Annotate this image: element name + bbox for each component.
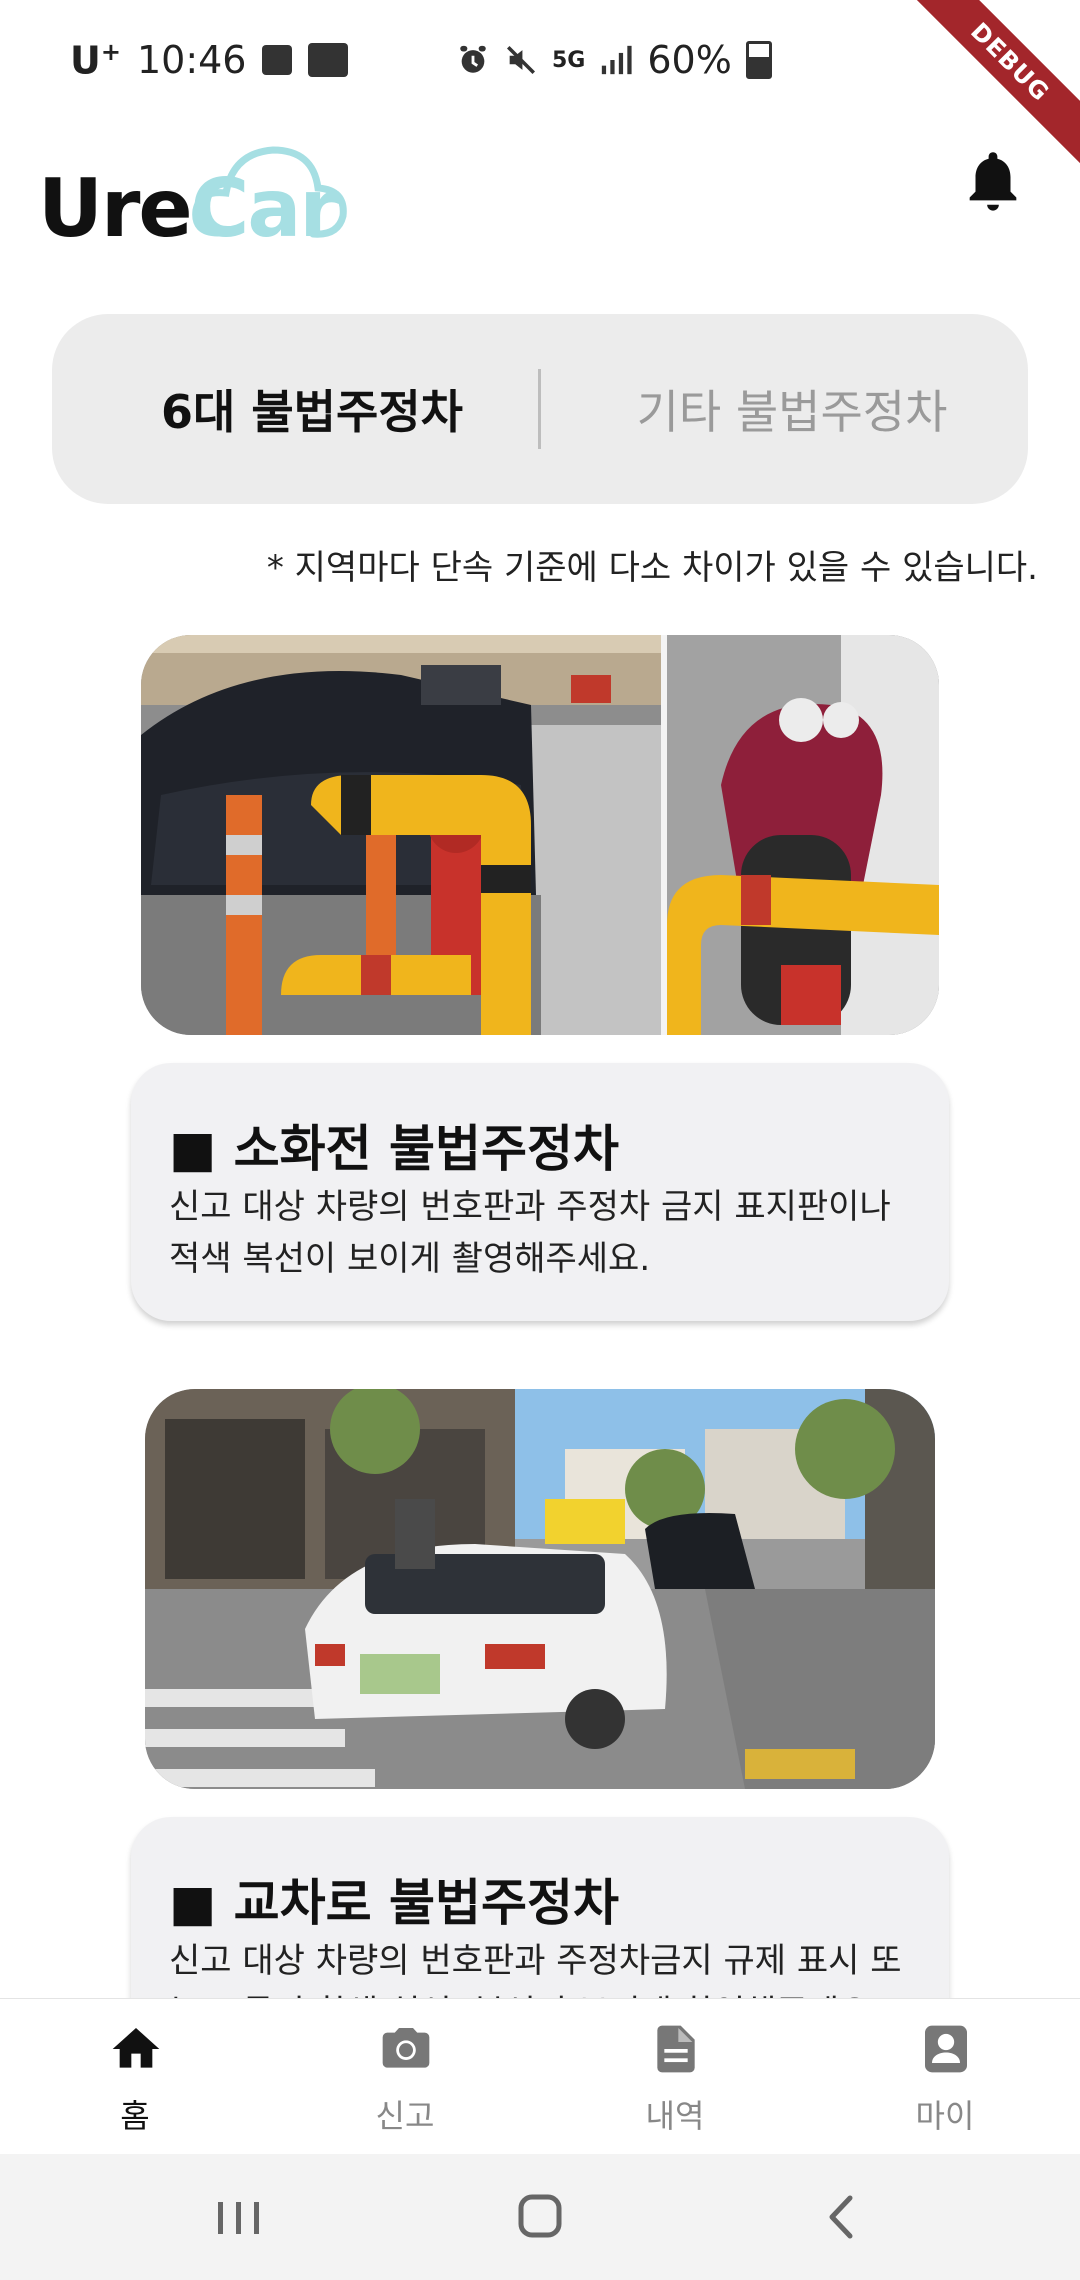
network-type: 5G (552, 47, 586, 73)
carrier-label: U+ (70, 38, 121, 83)
bottom-navigation: 홈 신고 내역 마이 (0, 1998, 1080, 2155)
status-bar-right: 5G 60% (456, 38, 772, 82)
intersection-parking-photo (145, 1389, 935, 1789)
intersection-photo-illustration (145, 1389, 935, 1789)
category-tabs: 6대 불법주정차 기타 불법주정차 (52, 314, 1028, 504)
nav-home-label: 홈 (120, 2097, 150, 2135)
home-icon (112, 2028, 160, 2068)
nav-report[interactable]: 신고 (270, 1999, 540, 2155)
hydrant-photo-illustration (141, 635, 939, 1035)
nav-history[interactable]: 내역 (540, 1999, 810, 2155)
person-icon (925, 2025, 967, 2073)
system-navigation-bar (0, 2154, 1080, 2280)
status-bar: U+ 10:46 5G 60% (0, 0, 1080, 120)
alarm-icon (460, 45, 486, 73)
back-icon[interactable] (802, 2184, 882, 2250)
nav-my[interactable]: 마이 (810, 1999, 1080, 2155)
gallery-notification-icon (262, 45, 293, 76)
bell-icon[interactable] (958, 140, 1028, 220)
status-bar-left: U+ 10:46 (70, 38, 349, 83)
nav-my-label: 마이 (915, 2097, 975, 2135)
nav-history-label: 내역 (645, 2097, 705, 2135)
recent-apps-icon[interactable] (198, 2184, 278, 2250)
hydrant-parking-photo (141, 635, 939, 1035)
battery-icon (745, 41, 772, 79)
nav-report-label: 신고 (375, 2097, 435, 2135)
battery-percent: 60% (647, 38, 732, 82)
nav-home[interactable]: 홈 (0, 1999, 270, 2155)
carrier-plus: + (100, 38, 121, 66)
tab-divider (538, 369, 541, 449)
document-icon (657, 2025, 695, 2073)
regional-notice: * 지역마다 단속 기준에 다소 차이가 있을 수 있습니다. (266, 548, 1038, 588)
camera-icon (382, 2028, 430, 2068)
tmoney-notification-icon (308, 43, 349, 78)
urecar-logo: UreCar (38, 132, 347, 262)
carrier-text: U (70, 38, 101, 83)
tab-six-illegal-parking[interactable]: 6대 불법주정차 (92, 314, 532, 504)
signal-icon (602, 45, 632, 75)
mute-icon (506, 45, 536, 75)
logo-text: UreCar (38, 162, 339, 255)
app-header: UreCar (0, 120, 1080, 300)
hydrant-parking-card[interactable]: ■ 소화전 불법주정차 신고 대상 차량의 번호판과 주정차 금지 표지판이나 … (131, 1063, 949, 1321)
logo-ure: Ure (38, 162, 193, 255)
time-label: 10:46 (136, 38, 247, 83)
tab-other-illegal-parking[interactable]: 기타 불법주정차 (592, 314, 992, 504)
intersection-card-title: ■ 교차로 불법주정차 (169, 1874, 620, 1932)
hydrant-card-title: ■ 소화전 불법주정차 (169, 1120, 620, 1178)
home-button-icon[interactable] (500, 2184, 580, 2250)
hydrant-card-description: 신고 대상 차량의 번호판과 주정차 금지 표지판이나 적색 복선이 보이게 촬… (169, 1187, 891, 1279)
logo-car: Car (190, 162, 339, 255)
